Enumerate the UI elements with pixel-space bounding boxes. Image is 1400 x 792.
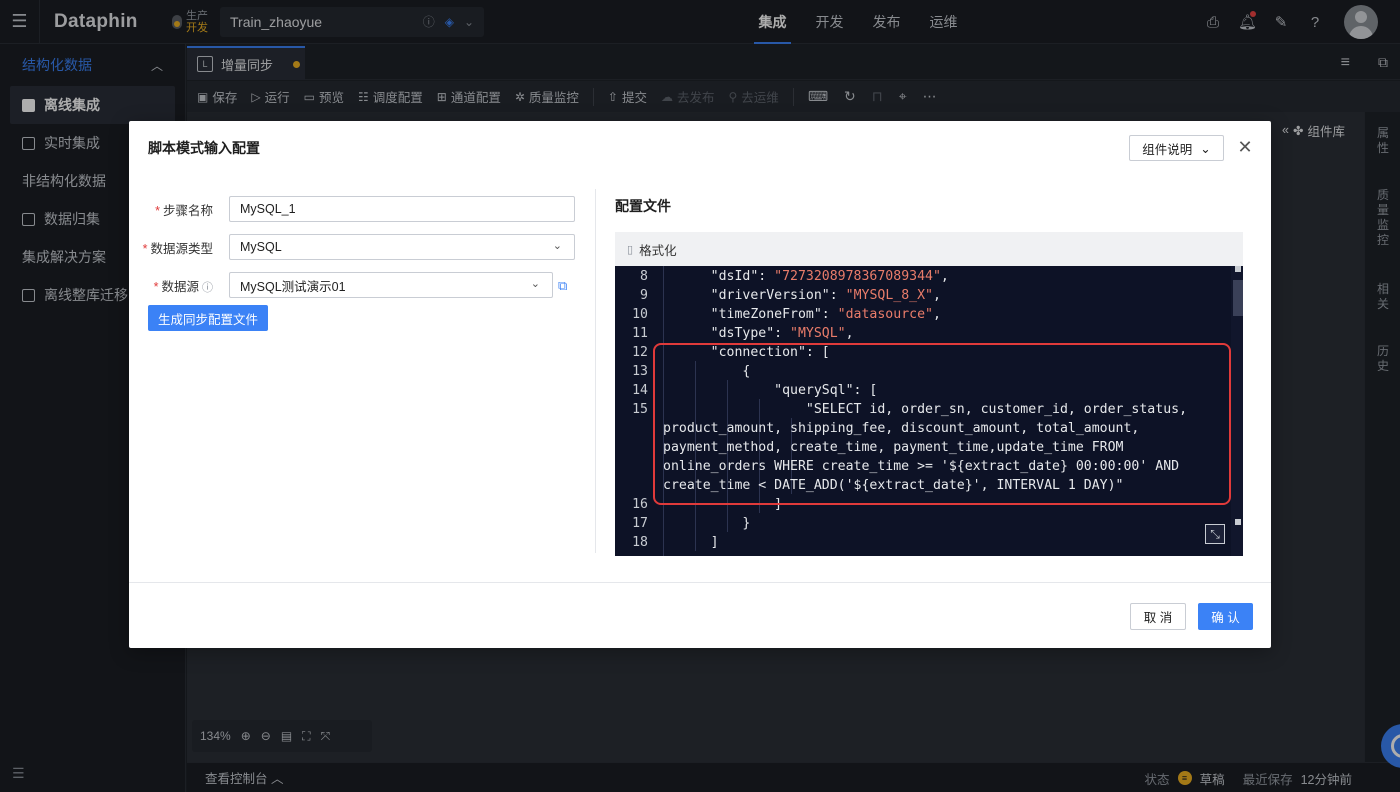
- chevron-down-icon: ⌄: [530, 278, 540, 290]
- ds-select[interactable]: MySQL测试演示01 ⌄: [229, 272, 553, 298]
- cancel-button[interactable]: 取 消: [1130, 603, 1186, 630]
- close-icon[interactable]: ✕: [1237, 137, 1253, 157]
- scroll-marker: [1235, 266, 1241, 272]
- script-input-config-modal: 脚本模式输入配置 组件说明 ⌄ ✕ * 步骤名称 MySQL_1 * 数据源类型 M…: [129, 121, 1271, 648]
- form-panel: * 步骤名称 MySQL_1 * 数据源类型 MySQL ⌄ * 数据源 ⓘ MySQL测…: [129, 175, 595, 553]
- chevron-down-icon: ⌄: [1200, 141, 1211, 156]
- ds-value: MySQL测试演示01: [240, 279, 346, 294]
- code-text: "timeZoneFrom": "datasource",: [663, 307, 941, 322]
- line-number: 12: [632, 345, 648, 360]
- code-text: "dsId": "7273208978367089344",: [663, 269, 949, 284]
- ds-label: * 数据源 ⓘ: [129, 276, 221, 295]
- confirm-button[interactable]: 确 认: [1198, 603, 1253, 630]
- ds-type-select[interactable]: MySQL ⌄: [229, 234, 575, 260]
- footer-divider: [129, 582, 1271, 583]
- scroll-thumb[interactable]: [1233, 280, 1243, 316]
- code-text: "driverVersion": "MYSQL_8_X",: [663, 288, 941, 303]
- line-number: 11: [632, 326, 648, 341]
- format-button[interactable]: 格式化: [639, 240, 677, 259]
- ds-label-text: 数据源: [161, 279, 199, 294]
- step-name-label: * 步骤名称: [129, 200, 221, 219]
- fullscreen-icon[interactable]: ⤡: [1205, 524, 1225, 544]
- line-number: 8: [640, 269, 648, 284]
- required-mark: *: [155, 203, 160, 218]
- copy-icon[interactable]: ⧉: [558, 278, 567, 294]
- line-number: 15: [632, 402, 648, 417]
- format-bar: ▯ 格式化: [615, 232, 1243, 266]
- line-number: 17: [632, 516, 648, 531]
- generate-config-button[interactable]: 生成同步配置文件: [148, 305, 268, 331]
- modal-title: 脚本模式输入配置: [148, 140, 260, 156]
- line-number: 18: [632, 535, 648, 550]
- required-mark: *: [153, 279, 159, 294]
- step-name-label-text: 步骤名称: [162, 203, 213, 218]
- line-number: 9: [640, 288, 648, 303]
- code-text: ]: [663, 535, 719, 550]
- ds-type-label-text: 数据源类型: [150, 241, 213, 256]
- code-text: "dsType": "MYSQL",: [663, 326, 854, 341]
- component-help-button[interactable]: 组件说明 ⌄: [1129, 135, 1224, 161]
- ds-type-row: * 数据源类型 MySQL ⌄: [129, 234, 595, 260]
- line-number: 10: [632, 307, 648, 322]
- config-file-title: 配置文件: [615, 198, 671, 214]
- highlight-box: [653, 343, 1231, 505]
- ds-type-label: * 数据源类型: [129, 238, 221, 257]
- ds-type-value: MySQL: [240, 240, 282, 254]
- code-text: }: [663, 516, 751, 531]
- code-scrollbar[interactable]: [1231, 266, 1243, 556]
- component-help-label: 组件说明: [1142, 142, 1193, 157]
- divider: [595, 189, 596, 553]
- line-number: 16: [632, 497, 648, 512]
- step-name-row: * 步骤名称 MySQL_1: [129, 196, 595, 222]
- required-mark: *: [142, 241, 148, 256]
- chevron-down-icon: ⌄: [552, 240, 562, 252]
- scroll-marker: [1235, 519, 1241, 525]
- step-name-input[interactable]: MySQL_1: [229, 196, 575, 222]
- line-number: 14: [632, 383, 648, 398]
- info-icon[interactable]: ⓘ: [202, 282, 213, 294]
- step-name-value: MySQL_1: [240, 202, 296, 216]
- line-number: 13: [632, 364, 648, 379]
- ds-row: * 数据源 ⓘ MySQL测试演示01 ⌄ ⧉: [129, 272, 595, 298]
- document-icon: ▯: [627, 243, 634, 256]
